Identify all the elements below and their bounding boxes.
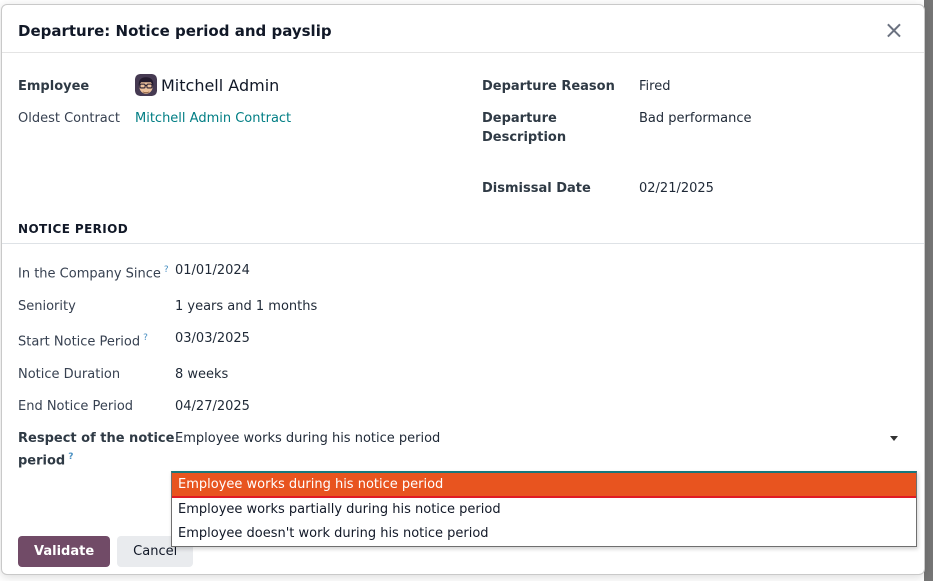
departure-reason-value[interactable]: Fired bbox=[639, 77, 670, 96]
notice-period-section-title: NOTICE PERIOD bbox=[2, 222, 924, 244]
dismissal-date-value[interactable]: 02/21/2025 bbox=[639, 179, 714, 198]
departure-reason-row: Departure Reason Fired bbox=[482, 77, 908, 96]
validate-button[interactable]: Validate bbox=[18, 536, 110, 567]
end-notice-period-row: End Notice Period 04/27/2025 bbox=[18, 397, 908, 416]
start-notice-period-value[interactable]: 03/03/2025 bbox=[175, 329, 250, 351]
employee-value[interactable]: Mitchell Admin bbox=[135, 74, 279, 96]
help-icon[interactable]: ? bbox=[143, 333, 148, 343]
respect-notice-row: Respect of the notice period? Employee w… bbox=[18, 429, 908, 470]
dialog-body: Employee Mitchell Admin bbox=[2, 53, 924, 470]
seniority-row: Seniority 1 years and 1 months bbox=[18, 297, 908, 316]
dialog-header: Departure: Notice period and payslip × bbox=[2, 5, 924, 53]
departure-column: Departure Reason Fired Departure Descrip… bbox=[481, 77, 908, 212]
respect-notice-selected-value: Employee works during his notice period bbox=[175, 431, 440, 446]
employee-column: Employee Mitchell Admin bbox=[18, 77, 481, 212]
help-icon[interactable]: ? bbox=[68, 452, 73, 462]
in-company-since-label: In the Company Since? bbox=[18, 261, 175, 283]
departure-description-value[interactable]: Bad performance bbox=[639, 109, 752, 147]
departure-dialog: Departure: Notice period and payslip × E… bbox=[1, 4, 925, 575]
oldest-contract-label: Oldest Contract bbox=[18, 109, 135, 128]
dimmed-backdrop bbox=[924, 0, 933, 581]
departure-reason-label: Departure Reason bbox=[482, 77, 639, 96]
oldest-contract-row: Oldest Contract Mitchell Admin Contract bbox=[18, 109, 481, 128]
dropdown-option-doesnt-work[interactable]: Employee doesn't work during his notice … bbox=[172, 522, 916, 546]
dialog-title: Departure: Notice period and payslip bbox=[18, 20, 332, 40]
dropdown-option-works[interactable]: Employee works during his notice period bbox=[172, 473, 916, 498]
dismissal-date-label: Dismissal Date bbox=[482, 179, 639, 198]
departure-description-label: Departure Description bbox=[482, 109, 639, 147]
employee-label: Employee bbox=[18, 77, 135, 96]
respect-notice-label: Respect of the notice period? bbox=[18, 429, 175, 470]
in-company-since-row: In the Company Since? 01/01/2024 bbox=[18, 261, 908, 283]
header-fields: Employee Mitchell Admin bbox=[18, 77, 908, 212]
dialog-footer: Validate Cancel bbox=[18, 536, 193, 567]
end-notice-period-label: End Notice Period bbox=[18, 397, 175, 416]
seniority-value[interactable]: 1 years and 1 months bbox=[175, 297, 317, 316]
employee-row: Employee Mitchell Admin bbox=[18, 77, 481, 96]
help-icon[interactable]: ? bbox=[164, 265, 169, 275]
oldest-contract-link[interactable]: Mitchell Admin Contract bbox=[135, 109, 291, 128]
notice-period-fields: In the Company Since? 01/01/2024 Seniori… bbox=[18, 244, 908, 470]
employee-avatar bbox=[135, 74, 157, 96]
end-notice-period-value[interactable]: 04/27/2025 bbox=[175, 397, 250, 416]
respect-notice-select[interactable]: Employee works during his notice period bbox=[175, 429, 906, 450]
start-notice-period-label: Start Notice Period? bbox=[18, 329, 175, 351]
dismissal-date-row: Dismissal Date 02/21/2025 bbox=[482, 179, 908, 198]
notice-duration-row: Notice Duration 8 weeks bbox=[18, 365, 908, 384]
notice-duration-label: Notice Duration bbox=[18, 365, 175, 384]
employee-name: Mitchell Admin bbox=[161, 76, 279, 95]
notice-duration-value[interactable]: 8 weeks bbox=[175, 365, 228, 384]
close-icon[interactable]: × bbox=[880, 20, 908, 40]
departure-description-row: Departure Description Bad performance bbox=[482, 109, 908, 147]
dropdown-option-works-partially[interactable]: Employee works partially during his noti… bbox=[172, 498, 916, 522]
seniority-label: Seniority bbox=[18, 297, 175, 316]
chevron-down-icon bbox=[890, 436, 898, 441]
in-company-since-value[interactable]: 01/01/2024 bbox=[175, 261, 250, 283]
start-notice-period-row: Start Notice Period? 03/03/2025 bbox=[18, 329, 908, 351]
respect-notice-dropdown: Employee works during his notice period … bbox=[171, 471, 917, 547]
